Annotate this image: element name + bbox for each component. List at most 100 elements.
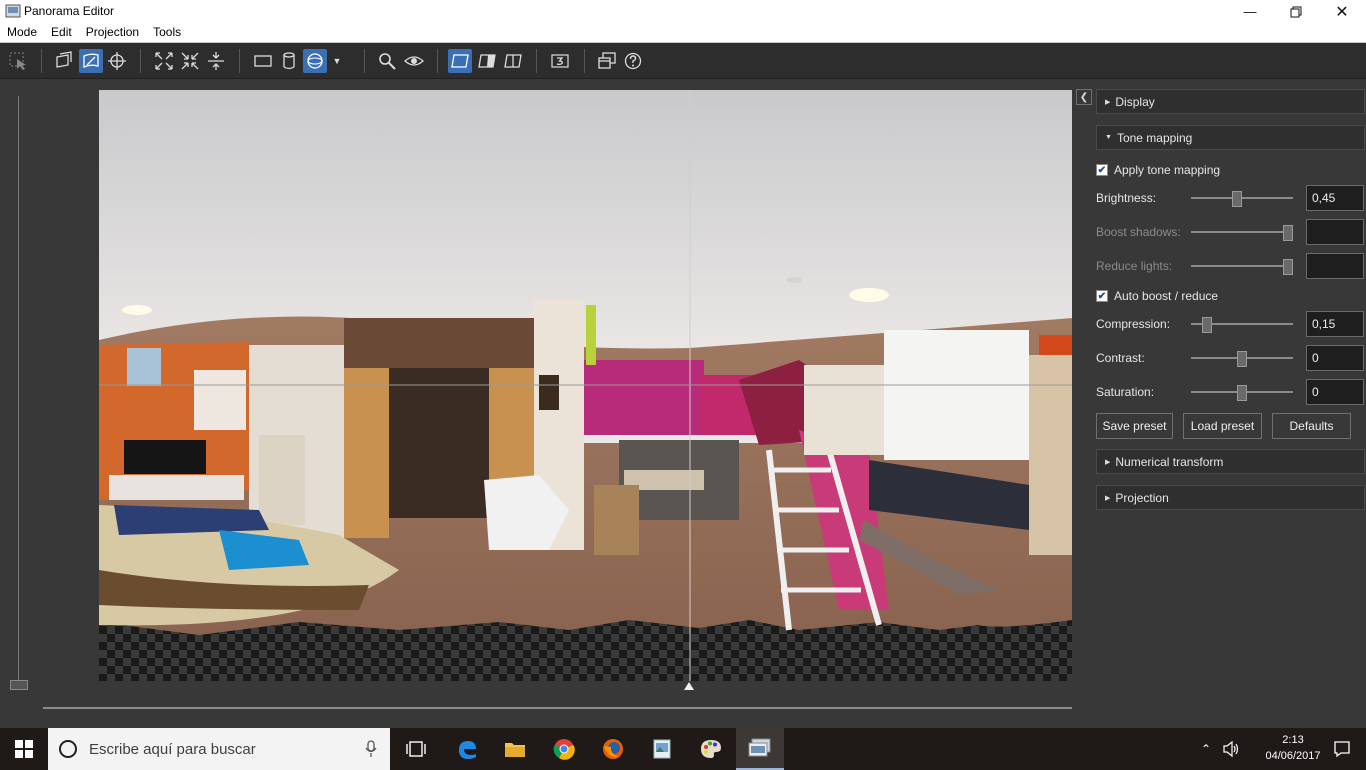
eye-icon bbox=[404, 56, 424, 66]
select-tool-button[interactable] bbox=[6, 49, 30, 73]
zoom-button[interactable] bbox=[375, 49, 399, 73]
defaults-button[interactable]: Defaults bbox=[1272, 413, 1351, 439]
reduce-lights-slider[interactable] bbox=[1191, 259, 1293, 275]
auto-boost-checkbox[interactable]: ✔ bbox=[1096, 290, 1108, 302]
display-section-header[interactable]: ▶ Display bbox=[1096, 89, 1365, 114]
edge-browser-button[interactable] bbox=[443, 728, 491, 770]
boost-shadows-slider[interactable] bbox=[1191, 225, 1293, 241]
contrast-slider[interactable] bbox=[1191, 351, 1293, 367]
windows-button[interactable] bbox=[595, 49, 619, 73]
boost-shadows-input[interactable] bbox=[1306, 219, 1364, 245]
straighten-button[interactable] bbox=[204, 49, 228, 73]
saturation-row: Saturation: 0 bbox=[1096, 379, 1366, 405]
toolbar-separator bbox=[41, 49, 42, 73]
save-preset-button[interactable]: Save preset bbox=[1096, 413, 1173, 439]
compression-input[interactable]: 0,15 bbox=[1306, 311, 1364, 337]
volume-button[interactable] bbox=[1218, 728, 1244, 770]
notifications-button[interactable] bbox=[1318, 728, 1366, 770]
task-view-icon bbox=[406, 741, 426, 757]
brightness-input[interactable]: 0,45 bbox=[1306, 185, 1364, 211]
numerical-transform-section-header[interactable]: ▶ Numerical transform bbox=[1096, 449, 1365, 474]
reduce-lights-slider-thumb[interactable] bbox=[1283, 259, 1293, 275]
panorama-app-icon bbox=[748, 738, 771, 757]
contrast-input[interactable]: 0 bbox=[1306, 345, 1364, 371]
apply-tone-mapping-checkbox[interactable]: ✔ bbox=[1096, 164, 1108, 176]
cylindrical-projection-button[interactable] bbox=[277, 49, 301, 73]
toolbar-separator bbox=[536, 49, 537, 73]
photo-viewer-button[interactable] bbox=[638, 728, 686, 770]
layers-tool-button[interactable] bbox=[52, 49, 76, 73]
firefox-button[interactable] bbox=[589, 728, 637, 770]
reduce-lights-row: Reduce lights: bbox=[1096, 253, 1366, 279]
paint-button[interactable] bbox=[687, 728, 735, 770]
projection-section-label: Projection bbox=[1115, 490, 1169, 505]
menu-mode[interactable]: Mode bbox=[0, 23, 44, 42]
file-explorer-button[interactable] bbox=[491, 728, 539, 770]
toolbar-separator bbox=[364, 49, 365, 73]
sphere-icon bbox=[307, 53, 323, 69]
menu-projection[interactable]: Projection bbox=[79, 23, 146, 42]
brightness-slider-thumb[interactable] bbox=[1232, 191, 1242, 207]
expand-icon bbox=[155, 52, 173, 70]
firefox-icon bbox=[603, 739, 623, 759]
menu-edit[interactable]: Edit bbox=[44, 23, 79, 42]
folder-icon bbox=[505, 743, 525, 757]
preview-button[interactable] bbox=[402, 49, 426, 73]
saturation-input[interactable]: 0 bbox=[1306, 379, 1364, 405]
reduce-lights-input[interactable] bbox=[1306, 253, 1364, 279]
projection-section-header[interactable]: ▶ Projection bbox=[1096, 485, 1365, 510]
contrast-slider-thumb[interactable] bbox=[1237, 351, 1247, 367]
horizontal-slider-track[interactable] bbox=[43, 707, 1072, 709]
chevron-up-icon: ⌃ bbox=[1200, 742, 1212, 756]
saturation-slider[interactable] bbox=[1191, 385, 1293, 401]
chrome-button[interactable] bbox=[540, 728, 588, 770]
app-icon bbox=[5, 4, 21, 18]
restore-icon bbox=[1290, 6, 1302, 17]
close-button[interactable]: ✕ bbox=[1319, 0, 1365, 23]
collapse-panel-button[interactable]: ❮ bbox=[1076, 89, 1092, 105]
single-view-button[interactable] bbox=[448, 49, 472, 73]
paint-palette-icon bbox=[701, 740, 721, 758]
spherical-projection-button[interactable] bbox=[303, 49, 327, 73]
maximize-button[interactable] bbox=[1273, 0, 1319, 23]
crosshair-icon bbox=[108, 52, 126, 70]
brightness-slider[interactable] bbox=[1191, 191, 1293, 207]
menu-tools[interactable]: Tools bbox=[146, 23, 188, 42]
split-view-button[interactable] bbox=[475, 49, 499, 73]
minimize-button[interactable]: — bbox=[1227, 0, 1273, 23]
show-hidden-icons-button[interactable]: ⌃ bbox=[1195, 728, 1217, 770]
vertical-slider-handle[interactable] bbox=[10, 680, 28, 690]
panorama-editor-taskbar-button[interactable] bbox=[736, 728, 784, 770]
split-view-icon bbox=[478, 54, 496, 68]
start-button[interactable] bbox=[0, 728, 48, 770]
3d-view-button[interactable] bbox=[548, 49, 572, 73]
apply-tone-mapping-label: Apply tone mapping bbox=[1114, 163, 1221, 177]
center-tool-button[interactable] bbox=[105, 49, 129, 73]
contrast-label: Contrast: bbox=[1096, 351, 1145, 365]
fit-shrink-button[interactable] bbox=[178, 49, 202, 73]
compare-view-button[interactable] bbox=[501, 49, 525, 73]
help-button[interactable] bbox=[621, 49, 645, 73]
projection-dropdown-button[interactable]: ▼ bbox=[329, 49, 345, 73]
microphone-icon[interactable] bbox=[364, 740, 378, 758]
task-view-button[interactable] bbox=[392, 728, 440, 770]
tone-mapping-section-header[interactable]: ▼ Tone mapping bbox=[1096, 125, 1365, 150]
horizontal-position-marker[interactable] bbox=[684, 682, 694, 690]
apply-tone-mapping-checkbox-row[interactable]: ✔ Apply tone mapping bbox=[1096, 161, 1220, 179]
triangle-right-icon: ▶ bbox=[1105, 458, 1111, 466]
compression-slider-thumb[interactable] bbox=[1202, 317, 1212, 333]
taskbar-search-box[interactable]: Escribe aquí para buscar bbox=[48, 728, 390, 770]
fit-expand-button[interactable] bbox=[152, 49, 176, 73]
boost-shadows-slider-thumb[interactable] bbox=[1283, 225, 1293, 241]
planar-projection-button[interactable] bbox=[251, 49, 275, 73]
vertical-zoom-slider[interactable] bbox=[0, 80, 40, 700]
compression-label: Compression: bbox=[1096, 317, 1171, 331]
panorama-viewer[interactable] bbox=[99, 90, 1072, 681]
compression-slider[interactable] bbox=[1191, 317, 1293, 333]
warp-tool-button[interactable] bbox=[79, 49, 103, 73]
load-preset-button[interactable]: Load preset bbox=[1183, 413, 1262, 439]
saturation-slider-thumb[interactable] bbox=[1237, 385, 1247, 401]
app-window: Panorama Editor — ✕ Mode Edit Projection… bbox=[0, 0, 1366, 728]
auto-boost-checkbox-row[interactable]: ✔ Auto boost / reduce bbox=[1096, 287, 1218, 305]
boost-shadows-row: Boost shadows: bbox=[1096, 219, 1366, 245]
